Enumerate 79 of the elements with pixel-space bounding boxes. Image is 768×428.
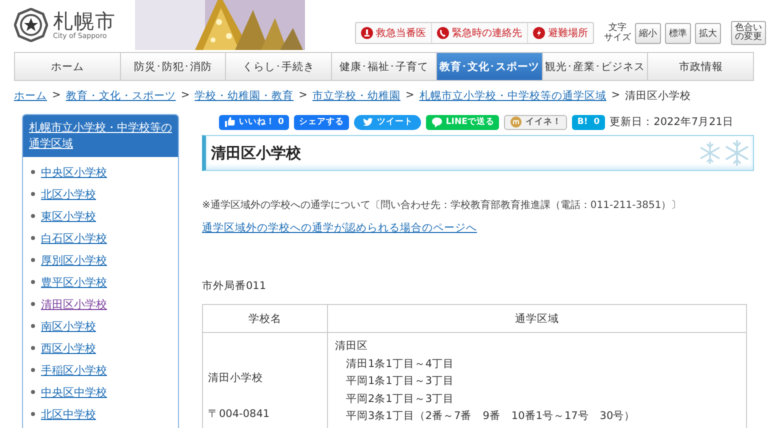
area-line: 平岡1条1丁目～3丁目 xyxy=(345,374,456,389)
sidebar-link[interactable]: 北区中学校 xyxy=(41,406,96,422)
text-size-button[interactable]: 縮小 xyxy=(635,22,661,44)
snowflake-icon xyxy=(698,141,722,165)
sidebar-link[interactable]: 白石区小学校 xyxy=(41,230,107,246)
info-link[interactable]: 通学区域外の学校への通学が認められる場合のページへ xyxy=(202,222,477,234)
sidebar-link[interactable]: 中央区小学校 xyxy=(41,164,107,180)
nav-tab[interactable]: ホーム xyxy=(15,53,121,80)
school-name: 清田小学校 xyxy=(208,371,264,385)
bullet-icon xyxy=(31,302,35,306)
breadcrumb-current: 清田区小学校 xyxy=(625,89,692,103)
bullet-icon xyxy=(31,368,35,372)
bullet-icon xyxy=(31,324,35,328)
breadcrumb-link[interactable]: 教育・文化・スポーツ xyxy=(66,89,176,103)
city-emblem-icon xyxy=(14,8,48,42)
bullet-icon xyxy=(31,236,35,240)
share-button[interactable]: イイネ！ xyxy=(504,114,568,130)
updated-date: 更新日：2022年7月21日 xyxy=(610,115,734,129)
text-size-label: 文字 サイズ xyxy=(604,23,631,43)
area-line: 平岡2条1丁目～3丁目 xyxy=(345,392,456,406)
phone-icon xyxy=(437,27,449,39)
postal-code: 〒004-0841 xyxy=(208,407,271,421)
emergency-link[interactable]: 避難場所 xyxy=(528,23,593,43)
sidebar-link[interactable]: 豊平区小学校 xyxy=(41,274,107,290)
breadcrumb-link[interactable]: 学校・幼稚園・教育 xyxy=(194,89,294,103)
note-text: ※通学区域外の学校への通学について〔問い合わせ先：学校教育部教育推進課（電話：011-211-3851）〕 xyxy=(202,198,682,212)
text-size-button[interactable]: 標準 xyxy=(665,22,691,44)
area-code-text: 市外局番011 xyxy=(202,279,268,293)
breadcrumb-link[interactable]: 市立学校・幼稚園 xyxy=(312,89,400,103)
lightning-icon xyxy=(533,27,545,39)
district-name: 清田区 xyxy=(335,339,369,354)
breadcrumb-separator: > xyxy=(611,89,620,103)
text-size-button[interactable]: 拡大 xyxy=(695,22,721,44)
breadcrumb-separator: > xyxy=(298,89,308,103)
share-button[interactable]: シェアする xyxy=(294,114,349,130)
bullet-icon xyxy=(31,280,35,284)
sidebar-link[interactable]: 南区小学校 xyxy=(41,318,96,334)
sidebar-link[interactable]: 厚別区小学校 xyxy=(41,252,107,268)
breadcrumb-separator: > xyxy=(405,89,414,103)
emergency-link[interactable]: 救急当番医 xyxy=(356,23,432,43)
sidebar-link[interactable]: 中央区中学校 xyxy=(41,384,107,400)
emergency-link[interactable]: 緊急時の連絡先 xyxy=(432,23,528,43)
nav-tab[interactable]: 市政情報 xyxy=(648,53,754,80)
sidebar-link[interactable]: 東区小学校 xyxy=(41,208,96,224)
sidebar-link[interactable]: 清田区小学校 xyxy=(41,296,107,312)
area-line: 清田1条1丁目～4丁目 xyxy=(345,356,456,372)
share-button[interactable]: ツイート xyxy=(354,114,421,130)
breadcrumb-link[interactable]: 札幌市立小学校・中学校等の通学区域 xyxy=(419,89,606,103)
page-title: 清田区小学校 xyxy=(211,144,301,162)
city-name: 札幌市 xyxy=(53,10,116,32)
snowflake-icon xyxy=(723,139,751,167)
breadcrumb-link[interactable]: ホーム xyxy=(14,89,47,103)
breadcrumb-separator: > xyxy=(52,89,61,103)
bullet-icon xyxy=(31,192,35,196)
circle-m-icon xyxy=(510,116,522,128)
column-header: 学校名 xyxy=(202,304,328,332)
bullet-icon xyxy=(31,170,35,174)
color-change-button[interactable]: 色合い の変更 xyxy=(731,21,766,45)
sidebar-link[interactable]: 手稲区小学校 xyxy=(41,362,107,378)
bullet-icon xyxy=(31,412,35,416)
nav-tab[interactable]: 防災･防犯･消防 xyxy=(120,53,226,80)
speech-bubble-icon xyxy=(430,116,443,128)
nav-tab[interactable]: くらし･手続き xyxy=(226,53,332,80)
breadcrumb-separator: > xyxy=(180,89,190,103)
bullet-icon xyxy=(31,258,35,262)
nav-tab[interactable]: 観光･産業･ビジネス xyxy=(542,53,648,80)
bullet-icon xyxy=(31,390,35,394)
column-header: 通学区域 xyxy=(328,304,746,332)
share-button[interactable]: いいね！ 0 xyxy=(219,114,289,130)
sidebar-link[interactable]: 西区小学校 xyxy=(41,340,96,356)
area-line: 平岡3条1丁目（2番～7番 9番 10番1号～17号 30号） xyxy=(345,409,636,424)
sidebar-link[interactable]: 北区小学校 xyxy=(41,186,96,202)
thumbs-up-icon xyxy=(224,116,236,128)
sidebar-heading-link[interactable]: 札幌市立小学校・中学校等の通学区域 xyxy=(23,115,178,157)
share-button[interactable]: B! 0 xyxy=(572,114,605,130)
bullet-icon xyxy=(31,214,35,218)
bullet-icon xyxy=(31,346,35,350)
bird-icon xyxy=(362,116,374,128)
nav-tab[interactable]: 教育･文化･スポーツ xyxy=(437,53,543,80)
